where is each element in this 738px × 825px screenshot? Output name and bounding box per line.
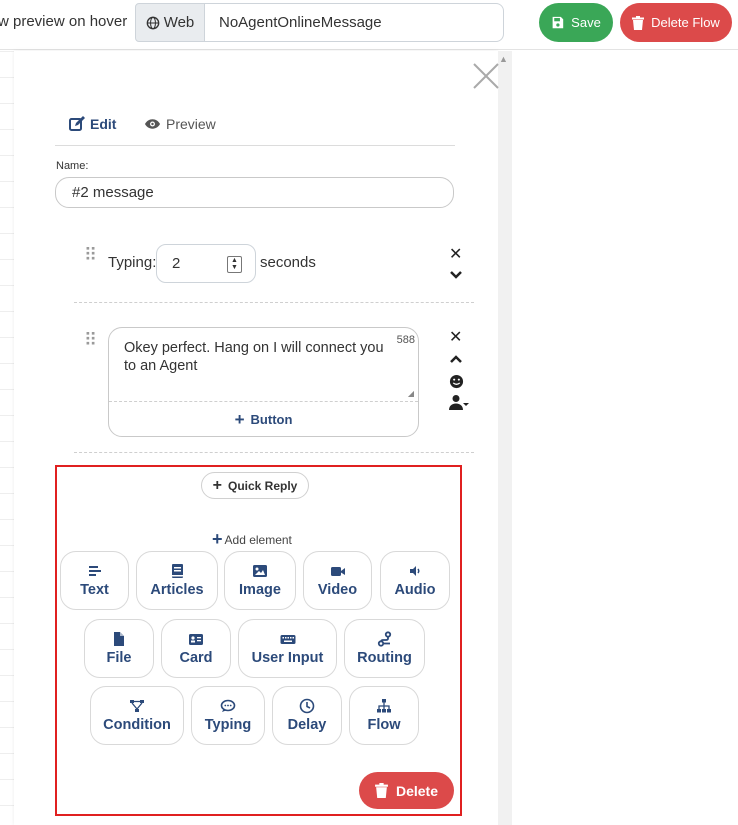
element-typing-button[interactable]: Typing [191,686,265,745]
message-text-box[interactable]: Okey perfect. Hang on I will connect you… [108,327,419,437]
delete-flow-label: Delete Flow [651,15,720,30]
id-card-icon [189,634,203,645]
trash-icon [375,783,388,798]
element-routing-button[interactable]: Routing [344,619,425,678]
tab-edit[interactable]: Edit [69,116,116,132]
delete-flow-button[interactable]: Delete Flow [620,3,732,42]
element-video-button[interactable]: Video [303,551,372,610]
channel-button[interactable]: Web [135,3,205,42]
add-element-label: + Add element [212,529,292,550]
condition-icon [130,700,144,712]
comment-dots-icon [220,699,236,712]
preview-on-hover-label: w preview on hover [0,13,128,30]
element-label: Delay [287,717,327,733]
typing-label: Typing: [108,254,157,271]
element-user-input-button[interactable]: User Input [238,619,337,678]
delete-button[interactable]: Delete [359,772,454,809]
close-icon[interactable] [470,60,502,92]
element-image-button[interactable]: Image [224,551,296,610]
file-icon [114,632,124,646]
element-label: Text [80,582,109,598]
panel-scrollbar[interactable] [498,51,512,825]
resize-grip-icon[interactable]: ◢ [408,389,414,398]
element-label: Flow [367,717,401,733]
element-label: Audio [394,582,436,598]
typing-seconds-input[interactable]: 2 ▲ ▼ [156,244,256,283]
video-icon [330,567,345,576]
canvas-grid [0,51,14,825]
floppy-icon [552,16,564,29]
element-label: Typing [204,717,252,733]
element-label: Image [239,582,281,598]
text-icon [88,566,101,576]
editor-tabs: Edit Preview [55,114,455,146]
save-label: Save [571,15,601,30]
message-text[interactable]: Okey perfect. Hang on I will connect you… [124,339,394,375]
element-label: Condition [103,717,171,733]
chevron-down-icon[interactable] [449,270,463,280]
emoji-icon[interactable] [449,374,464,389]
element-text-button[interactable]: Text [60,551,129,610]
top-toolbar: w preview on hover Web NoAgentOnlineMess… [0,0,738,50]
divider [74,452,474,453]
char-count: 588 [396,334,415,346]
eye-icon [144,119,161,129]
remove-typing-icon[interactable]: ✕ [449,247,462,263]
tab-preview[interactable]: Preview [144,116,216,132]
sitemap-icon [377,699,391,713]
element-label: Routing [357,650,412,666]
save-button[interactable]: Save [539,3,613,42]
image-icon [253,565,267,577]
element-label: Video [317,582,358,598]
volume-icon [410,566,420,576]
add-button-label: Button [250,412,293,427]
clock-icon [299,698,315,714]
globe-icon [146,16,160,29]
element-label: File [106,650,132,666]
delete-label: Delete [395,782,439,799]
divider [74,302,474,303]
plus-icon: + [212,529,223,549]
element-label: Card [179,650,213,666]
tab-edit-label: Edit [90,116,117,132]
trash-icon [632,15,645,30]
plus-icon: + [212,476,222,494]
element-delay-button[interactable]: Delay [272,686,342,745]
name-label: Name: [56,160,89,172]
add-element-text: Add element [224,532,292,547]
quick-reply-label: Quick Reply [227,478,298,493]
element-card-button[interactable]: Card [161,619,231,678]
remove-message-icon[interactable]: ✕ [449,330,462,346]
element-label: User Input [251,650,324,666]
chevron-up-icon[interactable] [449,354,463,364]
channel-label: Web [163,14,195,31]
element-audio-button[interactable]: Audio [380,551,450,610]
user-dropdown-icon[interactable] [449,394,469,410]
seconds-label: seconds [260,254,316,271]
element-file-button[interactable]: File [84,619,154,678]
name-input[interactable]: #2 message [55,177,454,208]
route-icon [377,631,391,647]
plus-icon: + [234,409,245,429]
flow-name-input[interactable]: NoAgentOnlineMessage [204,3,504,42]
element-flow-button[interactable]: Flow [349,686,419,745]
book-icon [172,564,183,578]
add-button-button[interactable]: + Button [109,401,418,437]
number-spinner[interactable]: ▲ ▼ [227,256,242,273]
tab-preview-label: Preview [166,116,216,132]
element-condition-button[interactable]: Condition [90,686,184,745]
element-label: Articles [150,582,204,598]
drag-handle-icon[interactable]: ⠿ [84,246,97,264]
element-articles-button[interactable]: Articles [136,551,218,610]
edit-icon [69,116,85,131]
drag-handle-icon[interactable]: ⠿ [84,331,97,349]
keyboard-icon [280,635,295,644]
quick-reply-button[interactable]: + Quick Reply [201,472,309,499]
typing-seconds-value: 2 [172,255,181,272]
